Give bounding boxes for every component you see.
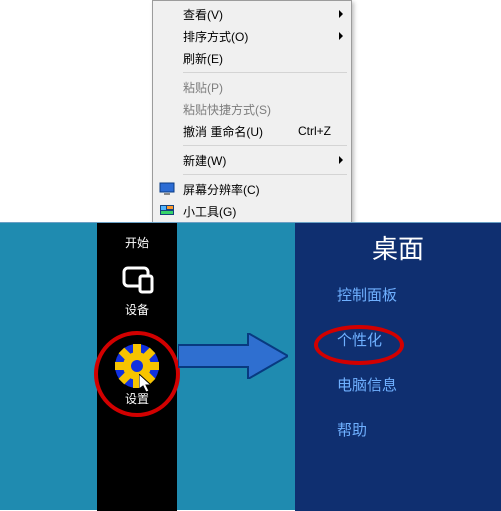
charms-bar: 开始 设备 [97,223,177,511]
menu-label: 撤消 重命名(U) [183,123,288,140]
menu-separator [183,145,347,146]
link-help[interactable]: 帮助 [337,419,501,440]
gear-icon [109,338,165,394]
menu-separator [183,174,347,175]
menu-label: 粘贴(P) [183,79,331,96]
menu-item-refresh[interactable]: 刷新(E) [155,47,349,69]
charm-settings[interactable]: 设置 [97,326,177,415]
arrow-icon [178,333,288,379]
link-control-panel[interactable]: 控制面板 [337,284,501,305]
link-personalize[interactable]: 个性化 [337,329,501,350]
menu-label: 查看(V) [183,6,331,23]
charm-start: 开始 [97,227,177,259]
menu-label: 屏幕分辨率(C) [183,181,331,198]
menu-label: 排序方式(O) [183,28,331,45]
menu-label: 小工具(G) [183,203,331,220]
illustration-area: 开始 设备 [0,222,501,510]
monitor-icon [159,181,175,197]
menu-item-gadgets[interactable]: 小工具(G) [155,200,349,222]
menu-label: 刷新(E) [183,50,331,67]
menu-item-paste-shortcut: 粘贴快捷方式(S) [155,98,349,120]
menu-separator [183,72,347,73]
menu-item-new[interactable]: 新建(W) [155,149,349,171]
menu-item-paste: 粘贴(P) [155,76,349,98]
devices-icon [117,264,157,294]
charm-devices[interactable]: 设备 [97,259,177,326]
menu-label: 粘贴快捷方式(S) [183,101,331,118]
link-pc-info[interactable]: 电脑信息 [337,374,501,395]
menu-item-resolution[interactable]: 屏幕分辨率(C) [155,178,349,200]
menu-item-view[interactable]: 查看(V) [155,3,349,25]
panel-title: 桌面 [295,229,501,266]
charm-label: 设置 [97,390,177,407]
gadgets-icon [159,203,175,219]
charm-label: 开始 [97,234,177,251]
desktop-context-menu: 查看(V) 排序方式(O) 刷新(E) 粘贴(P) 粘贴快捷方式(S) 撤消 重… [152,0,352,249]
charm-label: 设备 [97,301,177,318]
menu-item-undo-rename[interactable]: 撤消 重命名(U) Ctrl+Z [155,120,349,142]
menu-hotkey: Ctrl+Z [298,124,331,138]
desktop-settings-panel: 桌面 控制面板 个性化 电脑信息 帮助 [295,223,501,511]
menu-label: 新建(W) [183,152,331,169]
menu-item-sort[interactable]: 排序方式(O) [155,25,349,47]
